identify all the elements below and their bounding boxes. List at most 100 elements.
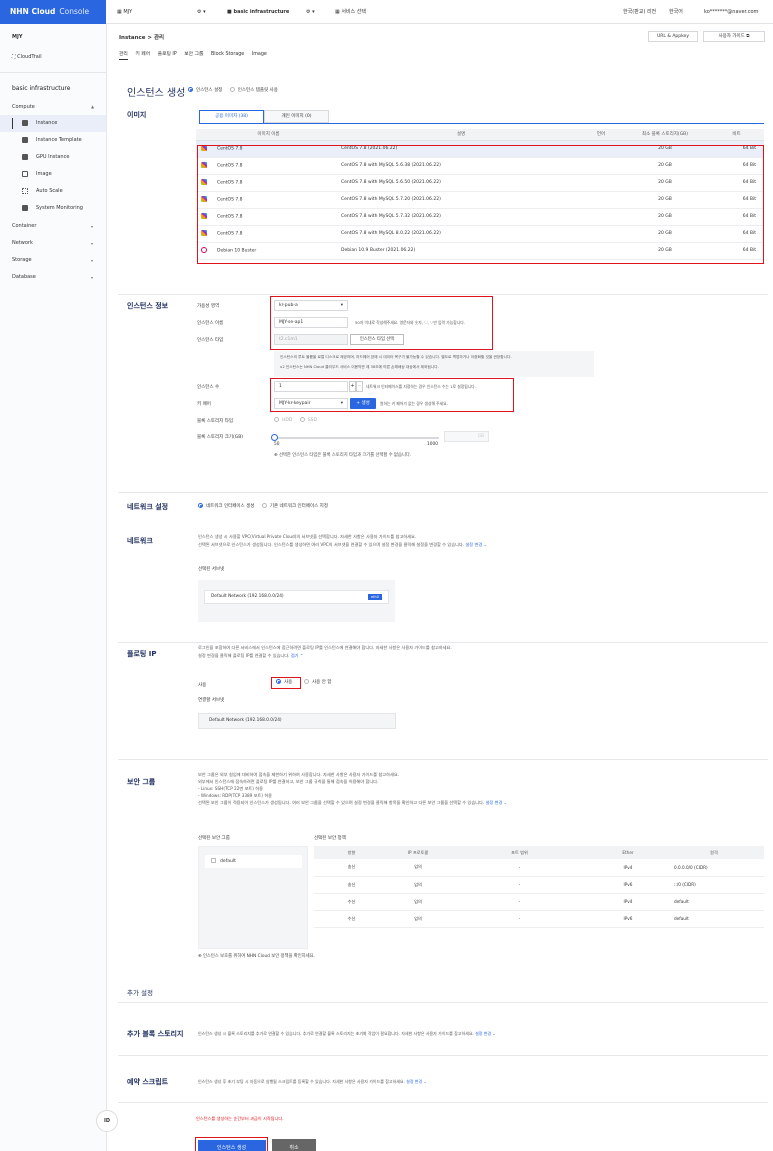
sidebar-cat-compute[interactable]: Compute <box>12 104 35 110</box>
service-select-button[interactable]: ▦ 서비스 선택 <box>335 0 366 24</box>
cloudtrail-icon: ⛶ <box>12 54 16 60</box>
chevron-down-icon[interactable]: ⌄ <box>423 1079 426 1084</box>
sidebar-item-instance[interactable]: Instance <box>0 115 106 132</box>
network-change-link[interactable]: 설정 변경 <box>465 542 482 547</box>
security-rule-cell: IPv4 <box>592 859 664 877</box>
tab-security-group[interactable]: 보안 그룹 <box>184 52 203 57</box>
floating-subnet-item[interactable]: Default Network (192.168.0.0/24) <box>198 713 396 729</box>
extra-storage-desc-text: 인스턴스 생성 시 블록 스토리지를 추가로 연결할 수 있습니다. 추가로 연… <box>198 1031 474 1036</box>
selected-group-label: 선택된 보안 그룹 <box>198 836 230 841</box>
breadcrumb-item: 관리 <box>153 35 165 41</box>
script-desc-text: 인스턴스 생성 후 초기 부팅 시 자동으로 실행될 스크립트를 등록할 수 있… <box>198 1079 405 1084</box>
sidebar-cat-storage[interactable]: Storage <box>12 257 32 263</box>
tab-block-storage[interactable]: Block Storage <box>211 52 244 57</box>
chevron-down-icon[interactable]: ▾ <box>91 258 93 263</box>
image-icon <box>22 171 28 177</box>
sidebar-item-cloudtrail[interactable]: ⛶ CloudTrail <box>12 54 42 60</box>
project-menu-gear-icon[interactable]: ⚙ ▾ <box>306 0 315 24</box>
ssd-label: SSD <box>307 418 317 423</box>
mode-template-radio[interactable]: 인스턴스 템플릿 사용 <box>229 87 278 93</box>
storage-size-slider-track[interactable] <box>271 434 439 441</box>
org-menu-gear-icon[interactable]: ⚙ ▾ <box>197 0 206 24</box>
chevron-down-icon[interactable]: ▾ <box>91 224 93 229</box>
chevron-down-icon[interactable]: ⌄ <box>504 800 508 805</box>
security-change-link[interactable]: 설정 변경 <box>486 800 503 805</box>
existing-interface-radio[interactable]: 기존 네트워크 인터페이스 지정 <box>261 503 328 509</box>
subnet-item[interactable]: Default Network (192.168.0.0/24) eth0 <box>204 590 389 604</box>
cancel-button[interactable]: 취소 <box>272 1139 316 1151</box>
slider-handle[interactable] <box>271 434 278 441</box>
floating-fold-link[interactable]: 접기 <box>291 653 299 658</box>
chevron-up-icon[interactable]: ▲ <box>91 104 94 109</box>
create-interface-radio[interactable]: 네트워크 인터페이스 생성 <box>198 503 254 509</box>
script-label: 예약 스크립트 <box>127 1078 169 1086</box>
column-header: 포트 범위 <box>447 846 592 859</box>
active-indicator <box>12 118 13 129</box>
sidebar-item-instance-template[interactable]: Instance Template <box>0 132 106 149</box>
tab-private-images[interactable]: 개인 이미지 (0) <box>264 110 329 123</box>
region-selector[interactable]: 한국(판교) 리전 <box>623 0 656 24</box>
org-selector[interactable]: ▦ MJY <box>117 0 132 24</box>
tab-manage[interactable]: 관리 <box>119 52 128 60</box>
security-note: ⊕ 인스턴스 보호를 위하여 NHN Cloud 보안 정책을 확인하세요. <box>198 953 315 959</box>
sidebar-cat-database[interactable]: Database <box>12 274 36 280</box>
sidebar-cat-network[interactable]: Network <box>12 240 33 246</box>
project-name: basic infrastructure <box>233 9 290 15</box>
chevron-down-icon[interactable]: ▾ <box>91 241 93 246</box>
script-desc: 인스턴스 생성 후 초기 부팅 시 자동으로 실행될 스크립트를 등록할 수 있… <box>198 1078 427 1086</box>
checkbox-icon[interactable] <box>211 858 216 863</box>
mode-settings-radio[interactable]: 인스턴스 설정 <box>188 87 222 93</box>
account-menu[interactable]: ko*******@naver.com <box>704 0 758 24</box>
tab-image[interactable]: Image <box>252 52 267 57</box>
sidebar: MJY ⛶ CloudTrail basic infrastructure Co… <box>0 24 118 1151</box>
tab-keypair[interactable]: 키 페어 <box>135 52 150 57</box>
security-desc-1: 보안 그룹은 외부 침입에 대비하여 접속을 제한하기 위하여 사용합니다. 자… <box>198 772 400 777</box>
breadcrumb-item[interactable]: Instance <box>119 35 145 41</box>
chevron-down-icon[interactable]: ⌄ <box>492 1031 495 1036</box>
subnet-box: Default Network (192.168.0.0/24) eth0 <box>198 580 395 622</box>
project-selector[interactable]: ■ basic infrastructure <box>227 0 289 24</box>
security-rule-row: 수신 임의 - IPv6 default <box>314 910 764 928</box>
image-section-label: 이미지 <box>127 111 147 119</box>
security-rule-cell: - <box>447 859 592 877</box>
sidebar-item-image[interactable]: Image <box>0 166 106 183</box>
security-group-item[interactable]: default <box>205 855 302 868</box>
floating-not-use-radio[interactable]: 사용 안 함 <box>304 679 331 685</box>
floating-use-radio[interactable]: 사용 <box>271 677 301 689</box>
security-note-text[interactable]: 인스턴스 보호를 위하여 NHN Cloud 보안 정책을 확인하세요. <box>203 954 315 959</box>
logo[interactable]: NHN Cloud Console <box>0 0 106 24</box>
column-header: Ether <box>592 846 664 859</box>
tab-public-images[interactable]: 공용 이미지 (38) <box>199 110 264 123</box>
floating-use-label: 사용 <box>198 683 207 688</box>
security-rule-cell: 수신 <box>314 910 389 928</box>
chevron-down-icon[interactable]: ▾ <box>91 275 93 280</box>
chevron-down-icon[interactable]: ⌄ <box>484 542 488 547</box>
storage-hdd-radio[interactable]: HDD <box>274 417 292 423</box>
url-appkey-button[interactable]: URL & Appkey <box>648 31 698 42</box>
language-selector[interactable]: 한국어 <box>669 0 683 24</box>
script-change-link[interactable]: 설정 변경 <box>406 1079 422 1084</box>
column-header: IP 프로토콜 <box>389 846 447 859</box>
tab-floating-ip[interactable]: 플로팅 IP <box>158 52 177 57</box>
instance-icon <box>22 120 28 126</box>
sidebar-item-label: Image <box>36 171 52 177</box>
storage-ssd-radio[interactable]: SSD <box>299 417 317 423</box>
chevron-up-icon[interactable]: ⌃ <box>300 653 304 658</box>
create-instance-button[interactable]: 인스턴스 생성 <box>197 1139 266 1151</box>
security-rule-row: 수신 임의 - IPv4 default <box>314 893 764 911</box>
instance-count-label: 인스턴스 수 <box>197 385 220 390</box>
sidebar-item-gpu-instance[interactable]: GPU Instance <box>0 149 106 166</box>
sidebar-item-system-monitoring[interactable]: System Monitoring <box>0 200 106 217</box>
sidebar-item-auto-scale[interactable]: Auto Scale <box>0 183 106 200</box>
storage-note-text: 선택한 인스턴스 타입은 블록 스토리지 타입과 크기를 선택할 수 없습니다. <box>278 453 412 458</box>
security-rule-cell: - <box>447 876 592 894</box>
sidebar-cat-container[interactable]: Container <box>12 223 36 229</box>
security-rule-cell: ::/0 (CIDR) <box>664 876 764 894</box>
user-guide-button[interactable]: 사용자 가이드 ⧉ <box>703 31 765 42</box>
info-icon: ⊕ <box>274 453 278 458</box>
sidebar-item-label: System Monitoring <box>36 205 83 211</box>
extra-storage-change-link[interactable]: 설정 변경 <box>475 1031 491 1036</box>
instance-type-note-box: 인스턴스의 루트 볼륨을 로컬 디스크로 제공하며, 하드웨어 장애 시 데이터… <box>274 351 594 377</box>
autoscale-icon <box>22 188 28 194</box>
az-label: 가용성 영역 <box>197 304 220 309</box>
